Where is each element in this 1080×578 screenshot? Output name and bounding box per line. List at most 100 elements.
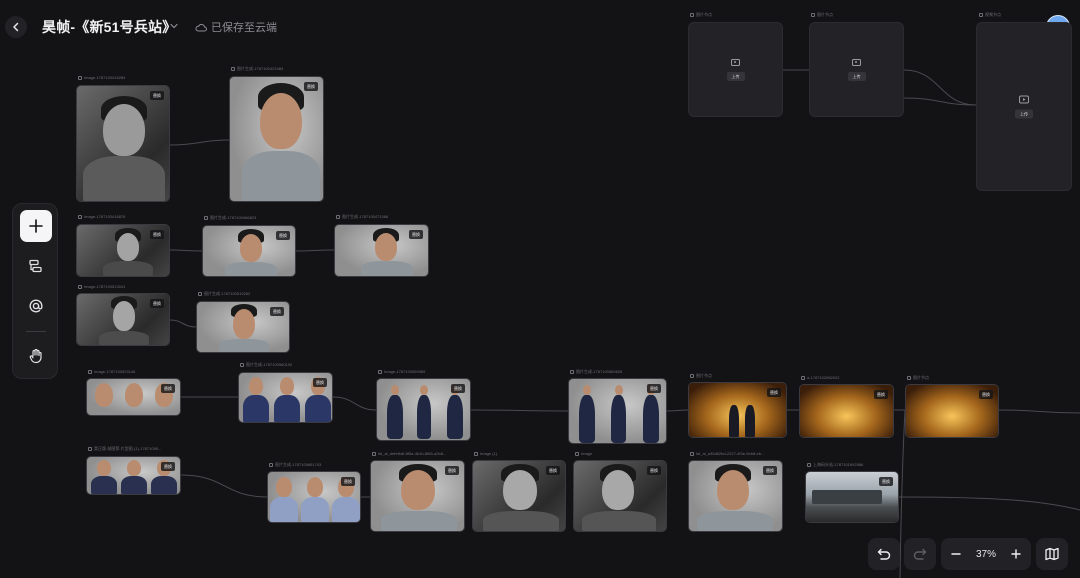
node-label: 图片节点 xyxy=(811,12,833,18)
image-node[interactable]: 替换 xyxy=(568,378,667,444)
image-node[interactable]: 替换 xyxy=(76,293,170,346)
layout-button[interactable] xyxy=(20,250,52,282)
zoom-out-button[interactable] xyxy=(949,547,963,561)
project-title[interactable]: 昊帧-《新51号兵站》 xyxy=(42,17,176,37)
cloud-icon xyxy=(195,23,207,31)
add-node-button[interactable] xyxy=(20,210,52,242)
replace-button[interactable]: 替换 xyxy=(150,230,164,239)
zoom-control: 37% xyxy=(941,538,1031,570)
layout-icon xyxy=(29,259,42,273)
replace-button[interactable]: 替换 xyxy=(874,390,888,399)
replace-button[interactable]: 替换 xyxy=(270,307,284,316)
redo-icon xyxy=(913,548,927,560)
node-label: 图片节点 xyxy=(907,375,929,381)
replace-button[interactable]: 替换 xyxy=(161,384,175,393)
chevron-left-icon xyxy=(13,22,19,32)
node-label: 图片生成-1787100471086 xyxy=(336,214,388,220)
replace-button[interactable]: 替换 xyxy=(304,82,318,91)
node-label: 图片节点 xyxy=(690,373,712,379)
replace-button[interactable]: 替换 xyxy=(546,466,560,475)
image-node[interactable]: 替换 xyxy=(688,382,787,438)
node-label: Image xyxy=(575,451,592,456)
node-label: 上海码头站-1787101692586 xyxy=(807,462,863,468)
upload-button[interactable]: 上传 xyxy=(1015,109,1033,118)
image-node[interactable]: 替换 xyxy=(238,372,333,423)
image-node[interactable]: 替换 xyxy=(229,76,324,202)
image-node[interactable]: 替换 xyxy=(472,460,566,532)
node-label: 图片生成-1787100466823 xyxy=(204,215,256,221)
replace-button[interactable]: 替换 xyxy=(409,230,423,239)
empty-image-node[interactable]: 上传 xyxy=(809,22,904,117)
workflow-canvas[interactable]: 昊帧-《新51号兵站》 已保存至云端 昊 xyxy=(0,0,1080,578)
image-node[interactable]: 替换 xyxy=(334,224,429,277)
image-node[interactable]: 替换 xyxy=(202,225,296,277)
empty-image-node[interactable]: 上传 xyxy=(688,22,783,117)
image-icon xyxy=(731,58,740,66)
replace-button[interactable]: 替换 xyxy=(767,388,781,397)
node-label: Image-1787100416876 xyxy=(78,214,125,219)
replace-button[interactable]: 替换 xyxy=(647,384,661,393)
replace-button[interactable]: 替换 xyxy=(341,477,355,486)
image-node[interactable]: 替换 xyxy=(196,301,290,353)
replace-button[interactable]: 替换 xyxy=(879,477,893,486)
node-label: 图片生成-1787100519262 xyxy=(198,291,250,297)
undo-icon xyxy=(877,548,891,560)
node-label: 图片生成-1787100560626 xyxy=(570,369,622,375)
node-label: fal_ai_defefbdf-8f5a-4b1b-8f65-a2b8... xyxy=(372,451,446,456)
node-label: 图片生成-1787109661743 xyxy=(269,462,321,468)
node-label: 昊正版-帧图荐-片型图-(1)-17871095... xyxy=(88,446,161,452)
replace-button[interactable]: 替换 xyxy=(763,466,777,475)
mention-button[interactable] xyxy=(20,290,52,322)
replace-button[interactable]: 替换 xyxy=(445,466,459,475)
hand-icon xyxy=(29,348,42,364)
node-label: 视频节点 xyxy=(979,12,1001,18)
replace-button[interactable]: 替换 xyxy=(161,462,175,471)
video-icon xyxy=(1019,95,1029,103)
redo-button[interactable] xyxy=(904,538,936,570)
image-icon xyxy=(852,58,861,66)
node-label: Image-1787100513041 xyxy=(78,284,125,289)
zoom-in-button[interactable] xyxy=(1009,547,1023,561)
hand-tool-button[interactable] xyxy=(20,340,52,372)
replace-button[interactable]: 替换 xyxy=(979,390,993,399)
node-label: Image-1787100559965 xyxy=(378,369,425,374)
save-status: 已保存至云端 xyxy=(195,19,277,35)
chevron-down-icon[interactable] xyxy=(169,21,179,31)
image-node[interactable]: 替换 xyxy=(805,471,899,523)
node-label: 图片生成-1787100560192 xyxy=(240,362,292,368)
replace-button[interactable]: 替换 xyxy=(313,378,327,387)
empty-video-node[interactable]: 上传 xyxy=(976,22,1072,191)
node-label: 图片节点 xyxy=(690,12,712,18)
node-label: Image-1787100416284 xyxy=(78,75,125,80)
upload-button[interactable]: 上传 xyxy=(726,71,745,81)
minimap-button[interactable] xyxy=(1036,538,1068,570)
image-node[interactable]: 替换 xyxy=(688,460,783,532)
image-node[interactable]: 替换 xyxy=(799,384,894,438)
replace-button[interactable]: 替换 xyxy=(150,91,164,100)
node-label: Image-1787100523146 xyxy=(88,369,135,374)
back-button[interactable] xyxy=(5,16,27,38)
zoom-level: 37% xyxy=(975,548,996,560)
image-node[interactable]: 替换 xyxy=(376,378,471,441)
image-node[interactable]: 替换 xyxy=(76,224,170,277)
replace-button[interactable]: 替换 xyxy=(276,231,290,240)
replace-button[interactable]: 替换 xyxy=(150,299,164,308)
image-node[interactable]: 替换 xyxy=(905,384,999,438)
image-node[interactable]: 替换 xyxy=(76,85,170,202)
image-node[interactable]: 替换 xyxy=(267,471,361,523)
plus-icon xyxy=(29,219,43,233)
toolbar-divider xyxy=(26,331,46,332)
minus-icon xyxy=(951,553,961,555)
replace-button[interactable]: 替换 xyxy=(451,384,465,393)
image-node[interactable]: 替换 xyxy=(370,460,465,532)
node-label: Image (1) xyxy=(474,451,497,456)
replace-button[interactable]: 替换 xyxy=(647,466,661,475)
upload-button[interactable]: 上传 xyxy=(847,71,866,81)
image-node[interactable]: 替换 xyxy=(573,460,667,532)
node-label: fal_ai_a30d62bd-2227-4f3e-9eb8-eb... xyxy=(690,451,764,456)
image-node[interactable]: 替换 xyxy=(86,456,181,495)
image-node[interactable]: 替换 xyxy=(86,378,181,416)
save-status-text: 已保存至云端 xyxy=(211,22,277,34)
node-label: a-1787102082022 xyxy=(801,375,839,380)
undo-button[interactable] xyxy=(868,538,900,570)
